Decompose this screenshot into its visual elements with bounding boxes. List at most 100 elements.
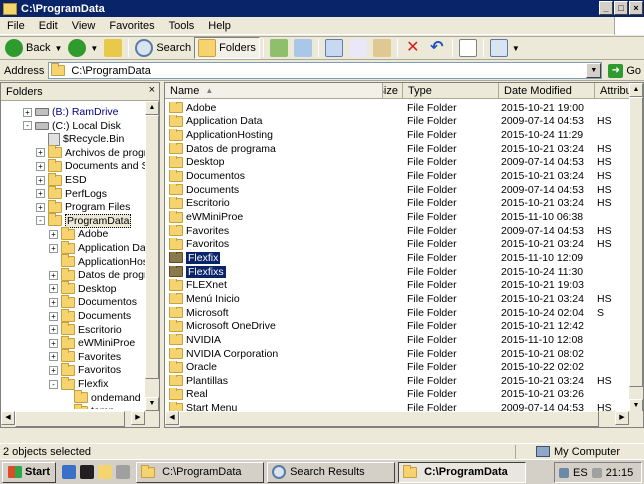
table-row[interactable]: Microsoft OneDrive File Folder 2015-10-21 … [165, 319, 631, 333]
tree-item[interactable]: + Archivos de programa [36, 145, 146, 160]
explorer-icon[interactable] [98, 465, 113, 479]
expand-icon[interactable]: + [49, 229, 58, 239]
views-button[interactable]: ▼ [487, 37, 523, 59]
scrollbar-thumb[interactable] [179, 411, 599, 427]
clock[interactable]: 21:15 [606, 467, 634, 479]
minimize-button[interactable]: _ [599, 1, 613, 15]
paste-button[interactable] [370, 37, 394, 59]
menu-view[interactable]: View [65, 20, 103, 32]
menu-tools[interactable]: Tools [162, 20, 202, 32]
column-header-attributes[interactable]: Attribut [595, 83, 631, 99]
table-row[interactable]: Desktop File Folder 2009-07-14 04:53 HS [165, 156, 631, 170]
show-desktop-icon[interactable] [116, 465, 131, 479]
table-row[interactable]: NVIDIA File Folder 2015-11-10 12:08 [165, 333, 631, 347]
scroll-right-arrow-icon[interactable]: ▶ [131, 411, 145, 425]
tree-item[interactable]: + Adobe [49, 226, 108, 241]
tree-item[interactable]: + Documents and Setti [36, 158, 146, 173]
tree-item[interactable]: + Favorites [49, 349, 121, 364]
close-button[interactable]: × [629, 1, 643, 15]
column-header-date-modified[interactable]: Date Modified [499, 83, 595, 99]
taskbar-button-programdata-2[interactable]: C:\ProgramData [398, 461, 527, 483]
table-row[interactable]: Menú Inicio File Folder 2015-10-21 03:24 HS [165, 292, 631, 306]
language-indicator[interactable]: ES [573, 467, 588, 479]
table-row[interactable]: Adobe File Folder 2015-10-21 19:00 [165, 101, 631, 115]
scroll-left-arrow-icon[interactable]: ◀ [1, 411, 15, 425]
scroll-down-arrow-icon[interactable]: ▼ [145, 397, 159, 411]
properties-button[interactable] [456, 37, 480, 59]
tree-item[interactable]: + Application Data [49, 240, 146, 255]
tree-item[interactable]: + Favoritos [49, 362, 121, 377]
scroll-up-arrow-icon[interactable]: ▲ [629, 83, 643, 97]
expand-icon[interactable]: + [23, 107, 32, 117]
scrollbar-thumb[interactable] [145, 115, 159, 379]
expand-icon[interactable]: + [49, 311, 58, 321]
tree-item[interactable]: ApplicationHostin [49, 254, 146, 269]
table-row[interactable]: Favoritos File Folder 2015-10-21 03:24 HS [165, 238, 631, 252]
up-folder-button[interactable] [101, 37, 125, 59]
forward-button[interactable]: ▼ [65, 37, 101, 59]
expand-icon[interactable]: + [49, 284, 58, 294]
table-row[interactable]: Favorites File Folder 2009-07-14 04:53 HS [165, 224, 631, 238]
expand-icon[interactable]: + [49, 338, 58, 348]
expand-icon[interactable]: + [49, 352, 58, 362]
window-titlebar[interactable]: C:\ProgramData _ □ × [0, 0, 644, 17]
expand-icon[interactable]: + [49, 243, 58, 253]
tree-item[interactable]: - ProgramData [36, 213, 132, 228]
tree-item[interactable]: + Desktop [49, 281, 117, 296]
table-row[interactable]: Flexfixs File Folder 2015-10-24 11:30 [165, 265, 631, 279]
table-row[interactable]: Documents File Folder 2009-07-14 04:53 HS [165, 183, 631, 197]
collapse-icon[interactable]: - [36, 216, 45, 226]
table-row[interactable]: Start Menu File Folder 2009-07-14 04:53 HS [165, 401, 631, 411]
table-row[interactable]: Flexfix File Folder 2015-11-10 12:09 [165, 251, 631, 265]
ie-icon[interactable] [62, 465, 77, 479]
table-row[interactable]: ApplicationHosting File Folder 2015-10-24 … [165, 128, 631, 142]
maximize-button[interactable]: □ [614, 1, 628, 15]
address-box[interactable]: ▼ [48, 62, 603, 79]
start-button[interactable]: Start [2, 461, 57, 483]
table-row[interactable]: FLEXnet File Folder 2015-10-21 19:03 [165, 278, 631, 292]
expand-icon[interactable]: + [36, 161, 45, 171]
tree-item[interactable]: + PerfLogs [36, 186, 107, 201]
tree-item[interactable]: + eWMiniProe [49, 335, 135, 350]
collapse-icon[interactable]: - [23, 121, 32, 131]
command-prompt-icon[interactable] [80, 465, 95, 479]
expand-icon[interactable]: + [36, 202, 45, 212]
search-button[interactable]: Search [132, 37, 194, 59]
scroll-right-arrow-icon[interactable]: ▶ [615, 411, 629, 425]
menu-edit[interactable]: Edit [32, 20, 65, 32]
back-button[interactable]: Back ▼ [2, 37, 65, 59]
cut-button[interactable] [346, 37, 370, 59]
undo-button[interactable]: ↶ [425, 37, 449, 59]
table-row[interactable]: Datos de programa File Folder 2015-10-21 0… [165, 142, 631, 156]
expand-icon[interactable]: + [36, 148, 45, 158]
tree-item[interactable]: + Documents [49, 308, 131, 323]
tree-item[interactable]: + ESD [36, 172, 87, 187]
tree-item[interactable]: - Flexfix [49, 376, 108, 391]
chevron-down-icon[interactable]: ▼ [54, 44, 62, 53]
tree-item[interactable]: + (B:) RamDrive [23, 105, 119, 119]
file-list-horizontal-scrollbar[interactable]: ◀ ▶ [165, 411, 643, 427]
tree-item[interactable]: temp [62, 403, 114, 409]
tree-item[interactable]: + Datos de prograr [49, 267, 146, 282]
volume-icon[interactable] [591, 467, 602, 478]
table-row[interactable]: Oracle File Folder 2015-10-22 02:02 [165, 360, 631, 374]
expand-icon[interactable]: + [36, 175, 45, 185]
move-to-button[interactable] [267, 37, 291, 59]
tree-item[interactable]: + Escritorio [49, 322, 122, 337]
table-row[interactable]: Plantillas File Folder 2015-10-21 03:24 HS [165, 374, 631, 388]
go-button[interactable]: ➜ Go [608, 63, 641, 78]
menu-file[interactable]: File [0, 20, 32, 32]
delete-button[interactable]: ✕ [401, 37, 425, 59]
table-row[interactable]: NVIDIA Corporation File Folder 2015-10-21 … [165, 347, 631, 361]
tree-item[interactable]: - (C:) Local Disk [23, 119, 121, 133]
folder-tree-vertical-scrollbar[interactable]: ▲ ▼ [145, 101, 159, 411]
table-row[interactable]: eWMiniProe File Folder 2015-11-10 06:38 [165, 210, 631, 224]
table-row[interactable]: Microsoft File Folder 2015-10-24 02:04 S [165, 306, 631, 320]
file-list-vertical-scrollbar[interactable]: ▲ ▼ [629, 83, 643, 413]
network-icon[interactable] [559, 467, 569, 478]
address-dropdown-button[interactable]: ▼ [586, 63, 602, 78]
collapse-icon[interactable]: - [49, 379, 58, 389]
close-icon[interactable]: × [149, 84, 155, 96]
table-row[interactable]: Real File Folder 2015-10-21 03:26 [165, 388, 631, 402]
tree-item[interactable]: + Documentos [49, 294, 137, 309]
